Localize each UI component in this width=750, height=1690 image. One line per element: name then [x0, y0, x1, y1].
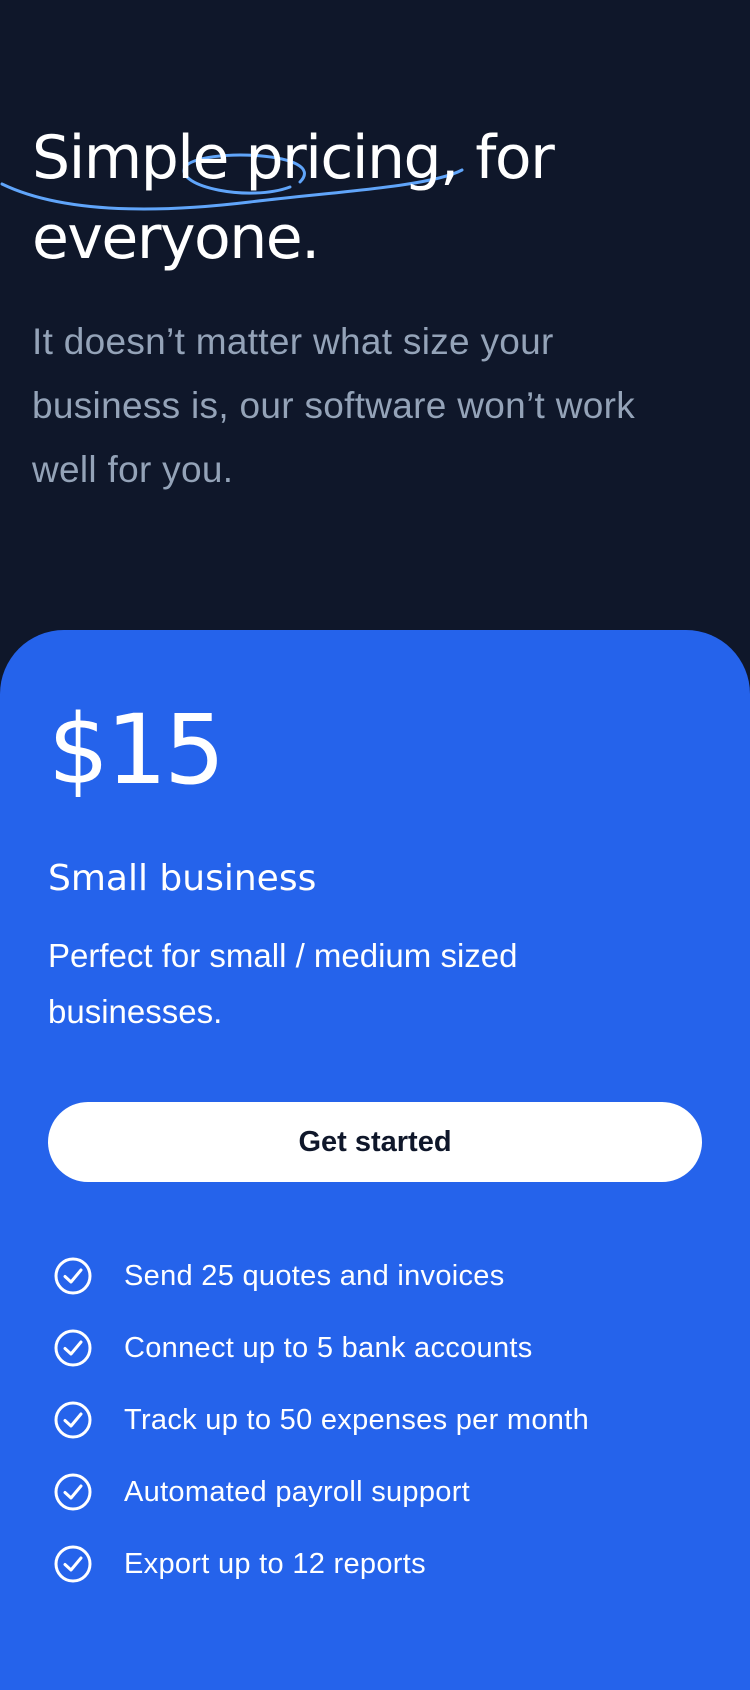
feature-label: Connect up to 5 bank accounts	[124, 1331, 533, 1364]
feature-item: Track up to 50 expenses per month	[48, 1384, 589, 1456]
plan-name: Small business	[48, 858, 317, 899]
check-circle-icon	[54, 1401, 92, 1439]
get-started-button[interactable]: Get started	[48, 1102, 702, 1182]
title-highlight: Simple pricing	[32, 123, 442, 193]
feature-item: Send 25 quotes and invoices	[48, 1240, 589, 1312]
feature-item: Connect up to 5 bank accounts	[48, 1312, 589, 1384]
page-title: Simple pricing, for everyone.	[32, 118, 692, 278]
feature-label: Send 25 quotes and invoices	[124, 1259, 505, 1292]
check-circle-icon	[54, 1473, 92, 1511]
plan-price: $15	[48, 694, 225, 806]
check-circle-icon	[54, 1545, 92, 1583]
hero-section: Simple pricing, for everyone. It doesn’t…	[0, 0, 750, 630]
feature-label: Track up to 50 expenses per month	[124, 1403, 590, 1436]
pricing-card: $15 Small business Perfect for small / m…	[0, 630, 750, 1690]
feature-item: Automated payroll support	[48, 1456, 589, 1528]
plan-description: Perfect for small / medium sized busines…	[48, 937, 518, 1030]
page-subtitle: It doesn’t matter what size your busines…	[32, 321, 636, 490]
check-circle-icon	[54, 1329, 92, 1367]
feature-list: Send 25 quotes and invoices Connect up t…	[48, 1240, 589, 1600]
feature-label: Export up to 12 reports	[124, 1547, 426, 1580]
check-circle-icon	[54, 1257, 92, 1295]
feature-item: Export up to 12 reports	[48, 1528, 589, 1600]
feature-label: Automated payroll support	[124, 1475, 471, 1508]
